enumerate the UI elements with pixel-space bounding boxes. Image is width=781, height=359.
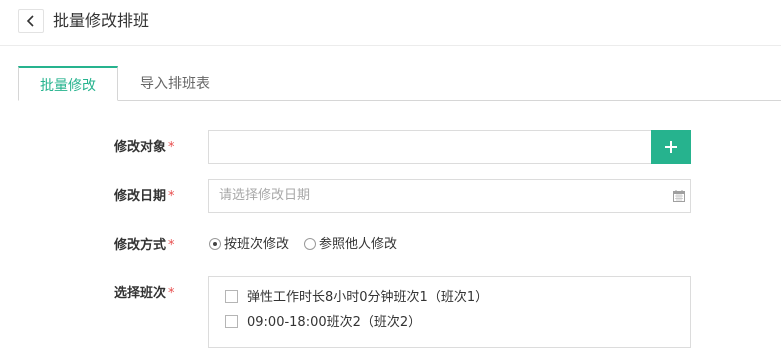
- shift-option-2[interactable]: 09:00-18:00班次2（班次2）: [225, 314, 421, 332]
- back-button[interactable]: [18, 9, 44, 33]
- radio-unchecked-icon[interactable]: [304, 237, 316, 250]
- date-label: 修改日期 *: [114, 188, 175, 206]
- radio-by-others-label: 参照他人修改: [319, 237, 398, 252]
- tab-batch-edit[interactable]: 批量修改: [18, 66, 118, 101]
- shift-label: 选择班次 *: [114, 285, 175, 303]
- plus-icon: [665, 141, 677, 153]
- radio-by-shift-label: 按班次修改: [224, 237, 290, 252]
- add-target-button[interactable]: [651, 130, 691, 164]
- tab-import-schedule[interactable]: 导入排班表: [118, 66, 232, 100]
- target-label: 修改对象 *: [114, 139, 175, 157]
- required-mark: *: [168, 189, 175, 204]
- tab-bar: 批量修改 导入排班表: [18, 66, 781, 101]
- required-mark: *: [168, 286, 175, 301]
- target-input[interactable]: [208, 130, 652, 164]
- radio-checked-icon[interactable]: [209, 237, 221, 250]
- shift-option-1[interactable]: 弹性工作时长8小时0分钟班次1（班次1）: [225, 289, 488, 307]
- shift-option-2-label: 09:00-18:00班次2（班次2）: [247, 315, 422, 330]
- required-mark: *: [168, 238, 175, 253]
- page-header: 批量修改排班: [0, 0, 781, 46]
- target-label-text: 修改对象: [114, 140, 167, 155]
- date-label-text: 修改日期: [114, 189, 167, 204]
- date-input[interactable]: 请选择修改日期: [208, 179, 691, 213]
- page-title: 批量修改排班: [53, 11, 150, 30]
- required-mark: *: [168, 140, 175, 155]
- shift-label-text: 选择班次: [114, 286, 167, 301]
- shift-list: 弹性工作时长8小时0分钟班次1（班次1） 09:00-18:00班次2（班次2）: [208, 276, 691, 348]
- radio-by-shift[interactable]: 按班次修改: [209, 236, 289, 254]
- shift-option-1-label: 弹性工作时长8小时0分钟班次1（班次1）: [247, 290, 489, 305]
- checkbox[interactable]: [225, 290, 238, 303]
- chevron-left-icon: [26, 15, 34, 27]
- checkbox[interactable]: [225, 315, 238, 328]
- date-placeholder: 请选择修改日期: [219, 188, 311, 203]
- method-label: 修改方式 *: [114, 237, 175, 255]
- method-label-text: 修改方式: [114, 238, 167, 253]
- radio-by-others[interactable]: 参照他人修改: [304, 236, 397, 254]
- calendar-icon[interactable]: [673, 190, 685, 202]
